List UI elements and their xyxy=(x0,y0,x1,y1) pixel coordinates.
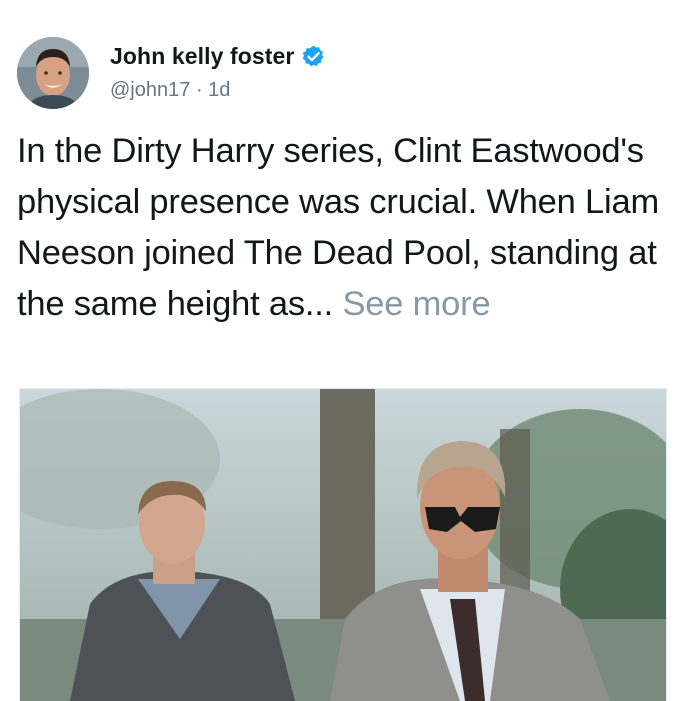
tweet-body: In the Dirty Harry series, Clint Eastwoo… xyxy=(17,126,687,330)
tweet-text: In the Dirty Harry series, Clint Eastwoo… xyxy=(17,132,660,323)
author-handle[interactable]: @john17 xyxy=(110,79,190,102)
see-more-link[interactable]: See more xyxy=(342,285,490,323)
tweet-media[interactable] xyxy=(19,388,667,701)
author-name[interactable]: John kelly foster xyxy=(110,43,294,70)
avatar[interactable] xyxy=(17,37,89,109)
verified-badge-icon xyxy=(301,44,326,69)
avatar-photo xyxy=(17,37,89,109)
photo-icon xyxy=(20,389,666,701)
tweet-timestamp[interactable]: 1d xyxy=(208,79,230,102)
tweet-header: John kelly foster @john17 · 1d xyxy=(17,37,677,109)
tweet-meta: @john17 · 1d xyxy=(110,79,230,102)
meta-separator: · xyxy=(195,79,203,101)
